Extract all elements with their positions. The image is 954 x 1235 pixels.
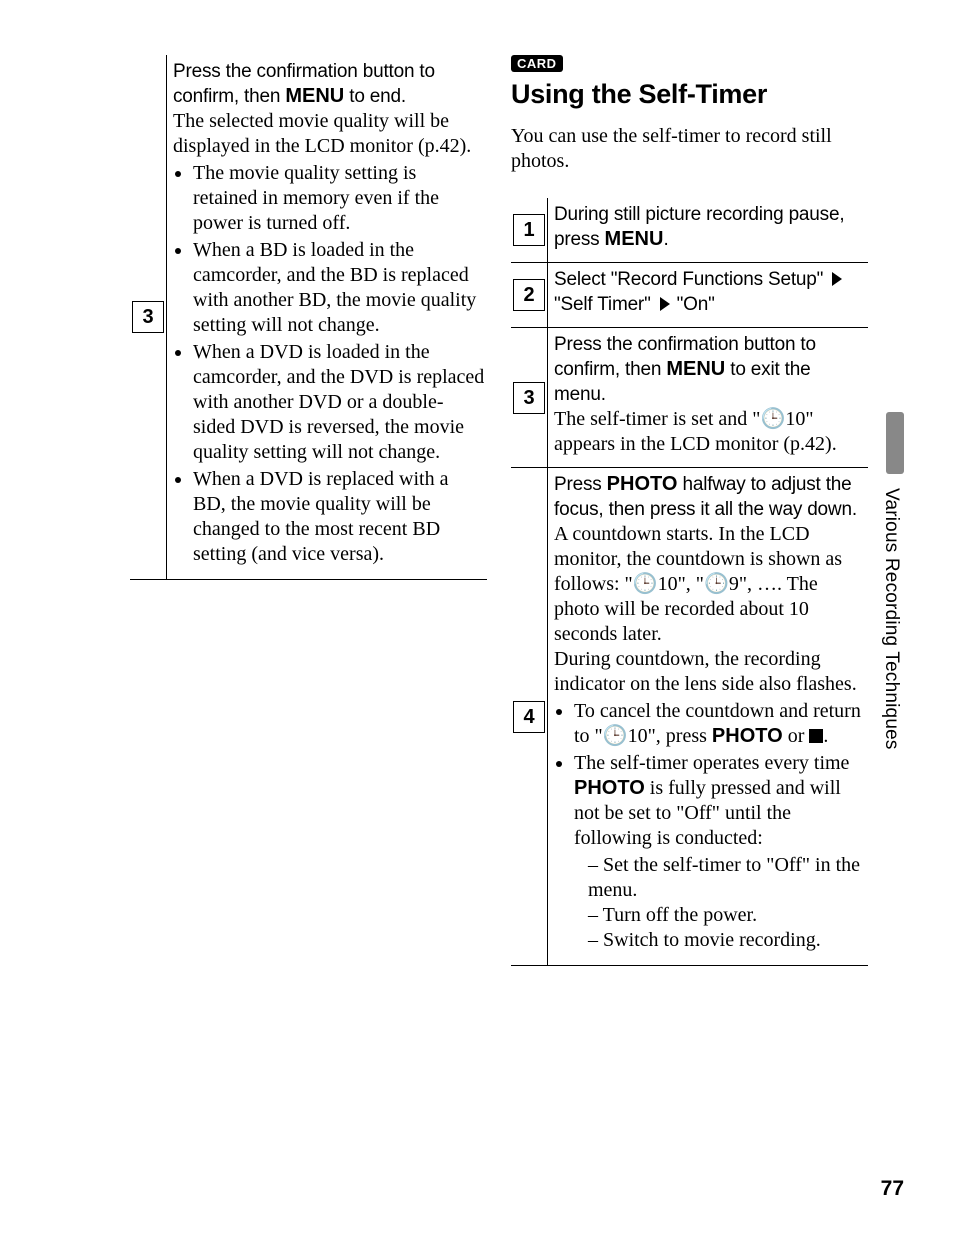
bullet-item: The self-timer operates every time PHOTO… [574,751,866,953]
page-number: 77 [881,1177,904,1201]
text: Select [554,269,611,290]
timer-icon: 🕒 [603,725,628,747]
step-number-box: 4 [511,468,547,965]
step-detail: The selected movie quality will be displ… [173,109,485,159]
bullet-item: When a BD is loaded in the camcorder, an… [193,238,485,338]
step-head-b: to end. [344,86,406,107]
step-body: Select "Record Functions Setup" "Self Ti… [547,263,868,327]
step-bullets: The movie quality setting is retained in… [173,161,485,567]
text: During still picture recording pause, pr… [554,204,844,250]
page: 3 Press the confirmation button to confi… [0,0,954,1235]
step-number-box: 2 [511,263,547,327]
dash-item: Set the self-timer to "Off" in the menu. [588,853,866,903]
paragraph: A countdown starts. In the LCD monitor, … [554,522,866,647]
text: . [663,229,668,250]
arrow-icon [660,297,670,311]
step-number-box: 1 [511,198,547,262]
step-number: 4 [513,701,545,733]
section-title: Using the Self-Timer [511,79,868,110]
tab-label: Various Recording Techniques [880,488,902,750]
photo-label: PHOTO [712,725,783,747]
text: 10", press [628,725,712,747]
step-detail: The self-timer is set and "🕒10" appears … [554,407,866,457]
right-step-1: 1 During still picture recording pause, … [511,198,868,263]
timer-icon: 🕒 [633,573,658,595]
bullet-item: When a DVD is loaded in the camcorder, a… [193,340,485,465]
quoted: "Record Functions Setup" [611,269,824,290]
right-column: CARD Using the Self-Timer You can use th… [511,55,904,966]
step-body: Press PHOTO halfway to adjust the focus,… [547,468,868,965]
step-number-box: 3 [511,328,547,467]
photo-label: PHOTO [574,777,645,799]
arrow-icon [832,272,842,286]
timer-icon: 🕒 [760,408,785,430]
left-step-3: 3 Press the confirmation button to confi… [130,55,487,580]
text: or [783,725,810,747]
step-body: During still picture recording pause, pr… [547,198,868,262]
card-badge: CARD [511,55,563,72]
quoted: "Self Timer" [554,294,651,315]
text: The self-timer operates every time [574,752,849,774]
two-column-layout: 3 Press the confirmation button to confi… [130,55,904,966]
chapter-side-tab: Various Recording Techniques [880,412,910,752]
dash-item: Switch to movie recording. [588,928,866,953]
right-step-2: 2 Select "Record Functions Setup" "Self … [511,263,868,328]
left-column: 3 Press the confirmation button to confi… [130,55,487,966]
bullet-item: The movie quality setting is retained in… [193,161,485,236]
text: 10", " [658,573,704,595]
section-intro: You can use the self-timer to record sti… [511,124,868,174]
menu-label: MENU [285,85,344,107]
dash-item: Turn off the power. [588,903,866,928]
menu-label: MENU [605,228,664,250]
bullet-item: To cancel the countdown and return to "🕒… [574,699,866,749]
timer-icon: 🕒 [704,573,729,595]
bullet-item: When a DVD is replaced with a BD, the mo… [193,467,485,567]
step-body: Press the confirmation button to confirm… [547,328,868,467]
step-number: 3 [132,301,164,333]
text: . [823,725,828,747]
tab-marker [886,412,904,474]
step-number-box: 3 [130,55,166,579]
paragraph: During countdown, the recording indicato… [554,647,866,697]
bullet-list: To cancel the countdown and return to "🕒… [554,699,866,953]
dash-list: Set the self-timer to "Off" in the menu.… [574,853,866,953]
menu-label: MENU [666,358,725,380]
quoted: "On" [677,294,715,315]
step-body: Press the confirmation button to confirm… [166,55,487,579]
right-step-3: 3 Press the confirmation button to confi… [511,328,868,468]
step-number: 1 [513,214,545,246]
text: The self-timer is set and " [554,408,760,430]
right-step-4: 4 Press PHOTO halfway to adjust the focu… [511,468,868,966]
step-number: 2 [513,279,545,311]
step-number: 3 [513,382,545,414]
stop-icon [809,729,823,743]
text: Press [554,474,607,495]
photo-label: PHOTO [607,473,678,495]
